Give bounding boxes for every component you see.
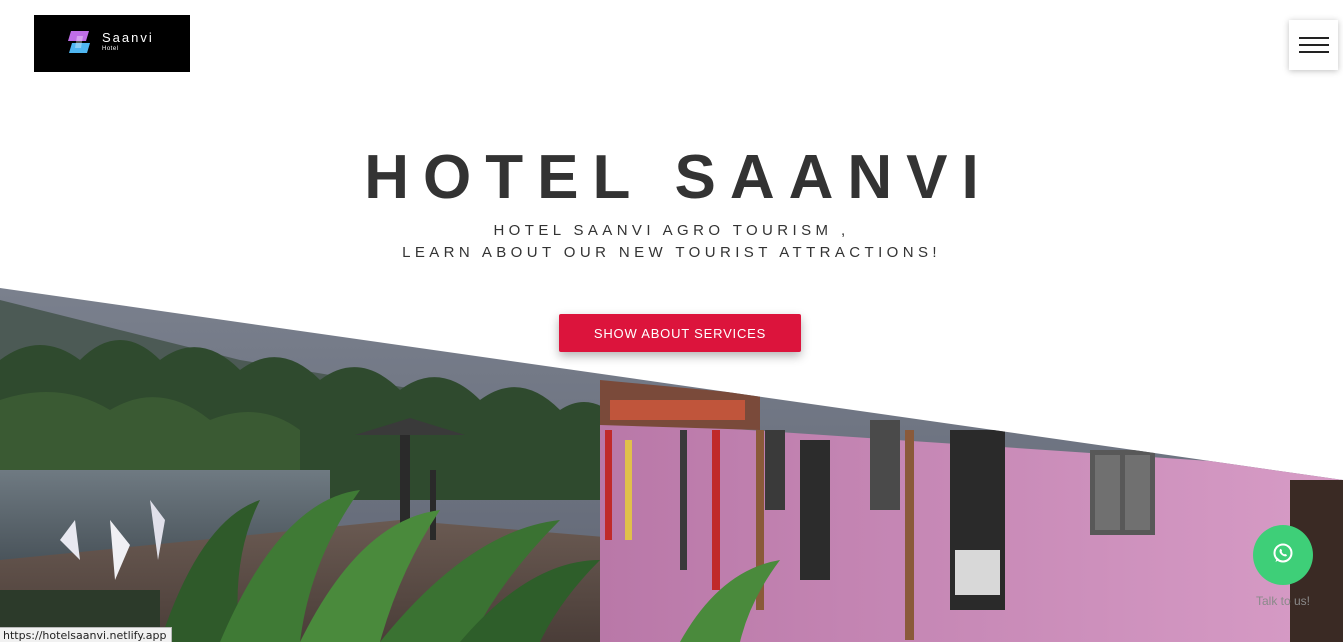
chat-caption: Talk to us!	[1255, 594, 1311, 608]
whatsapp-icon	[1271, 541, 1295, 570]
logo-sub: Hotel	[102, 46, 119, 52]
hero-subtitle-line2: LEARN ABOUT OUR NEW TOURIST ATTRACTIONS!	[402, 244, 941, 261]
show-services-button[interactable]: SHOW ABOUT SERVICES	[559, 314, 801, 352]
status-bar-url: https://hotelsaanvi.netlify.app	[0, 627, 172, 642]
page: Saanvi Hotel HOTEL SAANVI HOTEL SAANVI A…	[0, 0, 1343, 642]
hero-title: HOTEL SAANVI	[364, 143, 993, 212]
menu-button[interactable]	[1289, 20, 1338, 70]
hotel-logo[interactable]: Saanvi Hotel	[34, 15, 190, 72]
hero-subtitle-line1: HOTEL SAANVI AGRO TOURISM ,	[493, 222, 850, 239]
logo-mark-icon	[67, 30, 91, 54]
whatsapp-chat-button[interactable]	[1253, 525, 1313, 585]
logo-name: Saanvi	[102, 30, 154, 45]
